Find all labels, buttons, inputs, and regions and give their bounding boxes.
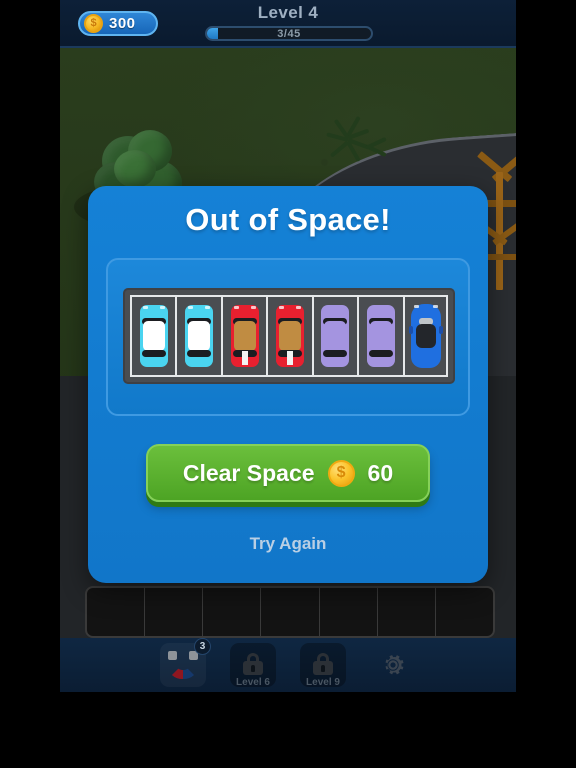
letterbox-bottom <box>0 692 576 768</box>
slot-cell[interactable] <box>320 588 378 636</box>
magnet-icon <box>168 651 198 679</box>
car-sprite <box>409 304 444 368</box>
level-progress-bar: 3/45 <box>205 26 373 41</box>
bottom-toolbar: 3 Level 6 Level 9 <box>60 638 516 692</box>
parking-bay <box>357 295 402 377</box>
bush-decoration <box>322 115 392 174</box>
top-hud: $ 300 Level 4 3/45 <box>60 0 516 48</box>
locked-powerup-level-9[interactable]: Level 9 <box>300 643 346 688</box>
settings-button[interactable] <box>370 643 416 687</box>
parking-lot-strip <box>123 288 455 384</box>
lock-unlock-label: Level 6 <box>236 677 270 688</box>
parking-bay <box>402 295 448 377</box>
level-title: Level 4 <box>257 3 319 22</box>
game-screen: $ 300 Level 4 3/45 3 Level 6 Level 9 Out… <box>0 0 576 768</box>
lock-unlock-label: Level 9 <box>306 677 340 688</box>
clear-space-cost: 60 <box>367 459 394 486</box>
try-again-button[interactable]: Try Again <box>88 534 488 554</box>
car-sprite <box>230 305 259 367</box>
dialog-title: Out of Space! <box>185 202 391 237</box>
game-viewport: $ 300 Level 4 3/45 3 Level 6 Level 9 Out… <box>60 0 516 692</box>
gear-icon <box>385 655 404 675</box>
coin-icon: $ <box>327 459 355 487</box>
slot-cell[interactable] <box>261 588 320 636</box>
parking-bay <box>130 295 175 377</box>
car-sprite <box>321 305 350 367</box>
slot-cell[interactable] <box>436 588 493 636</box>
clear-space-button[interactable]: Clear Space $ 60 <box>146 444 430 502</box>
letterbox-right <box>516 0 576 768</box>
parking-bay <box>175 295 220 377</box>
parking-slot-grid[interactable] <box>85 586 495 638</box>
out-of-space-dialog: Out of Space! Clear Space $ 60 Try Again <box>88 186 488 583</box>
car-sprite <box>275 305 304 367</box>
letterbox-left <box>0 0 60 768</box>
slot-cell[interactable] <box>203 588 262 636</box>
car-sprite <box>139 305 168 367</box>
parking-bay <box>266 295 311 377</box>
locked-powerup-level-6[interactable]: Level 6 <box>230 643 276 688</box>
powerup-magnet-button[interactable]: 3 <box>160 638 211 687</box>
slot-cell[interactable] <box>378 588 436 636</box>
lock-icon <box>243 652 263 675</box>
car-sprite <box>185 305 214 367</box>
parking-bay <box>311 295 357 377</box>
magnet-count-badge: 3 <box>194 638 211 655</box>
clear-space-label: Clear Space <box>182 459 315 486</box>
car-sprite <box>366 305 395 367</box>
slot-cell[interactable] <box>145 588 204 636</box>
parking-bay <box>220 295 266 377</box>
cars-preview-panel <box>106 258 470 416</box>
progress-label: 3/45 <box>277 27 301 40</box>
slot-cell[interactable] <box>87 588 146 636</box>
lock-icon <box>313 652 333 675</box>
